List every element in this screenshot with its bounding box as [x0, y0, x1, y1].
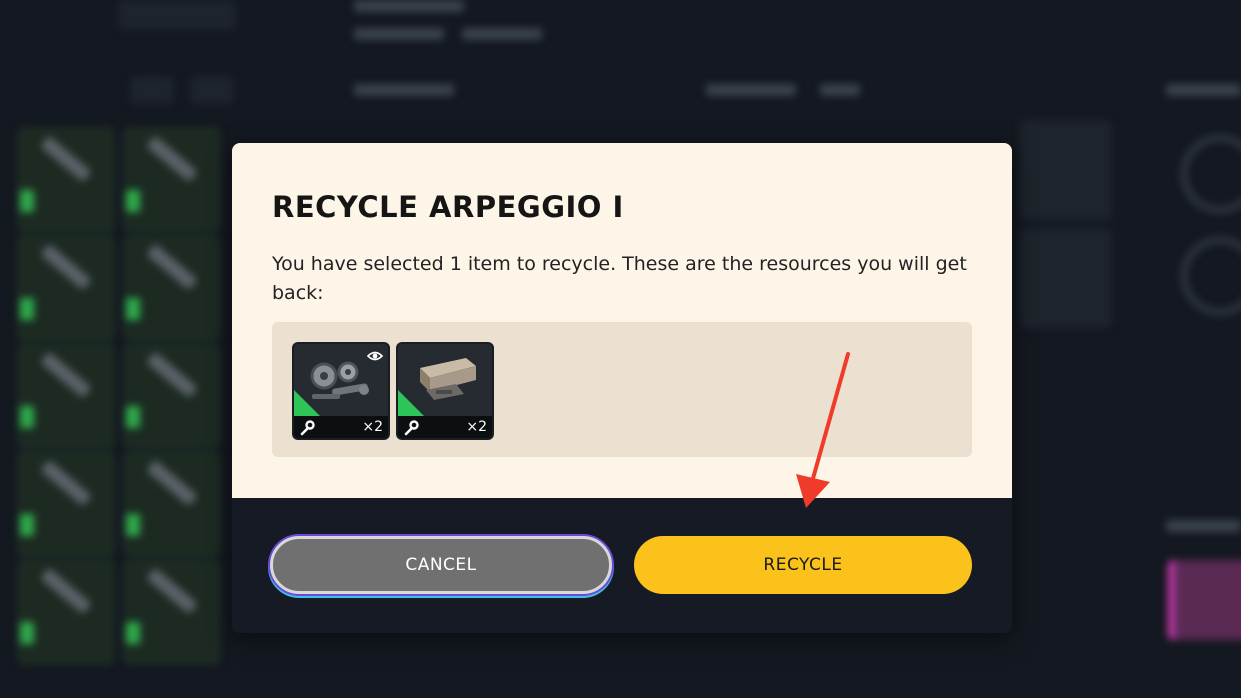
item-count: ×2: [466, 419, 487, 435]
item-footer: ×2: [294, 416, 388, 438]
bg-text: [354, 28, 444, 40]
bg-item-tile: [124, 452, 220, 556]
bg-text: [820, 84, 860, 96]
bg-slot: [1020, 228, 1112, 328]
bg-slot-ring: [1180, 236, 1241, 316]
rarity-indicator: [398, 390, 424, 416]
bg-filter-button: [130, 76, 174, 104]
bg-item-tile: [18, 128, 114, 232]
bg-item-tile: [18, 344, 114, 448]
resource-item[interactable]: ×2: [292, 342, 390, 440]
bg-text: [1166, 520, 1241, 532]
resource-item[interactable]: ×2: [396, 342, 494, 440]
wrench-icon: [300, 420, 315, 436]
bg-item-tile: [18, 236, 114, 340]
recycle-button[interactable]: RECYCLE: [634, 536, 972, 594]
bg-item-tile: [124, 236, 220, 340]
bg-item-tile: [124, 560, 220, 664]
bg-slot: [1020, 120, 1112, 220]
bg-item-tile: [18, 560, 114, 664]
bg-text: [354, 0, 464, 12]
wrench-icon: [404, 420, 419, 436]
bg-selected-item: [1168, 560, 1241, 640]
dialog-content: RECYCLE ARPEGGIO I You have selected 1 i…: [232, 143, 1012, 498]
eye-icon[interactable]: [367, 350, 383, 362]
item-count: ×2: [362, 419, 383, 435]
cancel-button[interactable]: CANCEL: [270, 536, 612, 594]
bg-item-tile: [124, 128, 220, 232]
bg-text: [462, 28, 542, 40]
bg-item-tile: [124, 344, 220, 448]
resources-panel: ×2 ×2: [272, 322, 972, 457]
bg-slot-ring: [1180, 134, 1241, 214]
dialog-description: You have selected 1 item to recycle. The…: [272, 253, 967, 304]
bg-item-tile: [18, 452, 114, 556]
bg-header-button: [118, 0, 236, 30]
dialog-title: RECYCLE ARPEGGIO I: [272, 190, 624, 224]
item-footer: ×2: [398, 416, 492, 438]
rarity-indicator: [294, 390, 320, 416]
bg-text: [354, 84, 454, 96]
recycle-dialog: RECYCLE ARPEGGIO I You have selected 1 i…: [232, 143, 1012, 633]
bg-text: [1166, 84, 1241, 96]
bg-text: [706, 84, 796, 96]
bg-filter-button: [190, 76, 234, 104]
